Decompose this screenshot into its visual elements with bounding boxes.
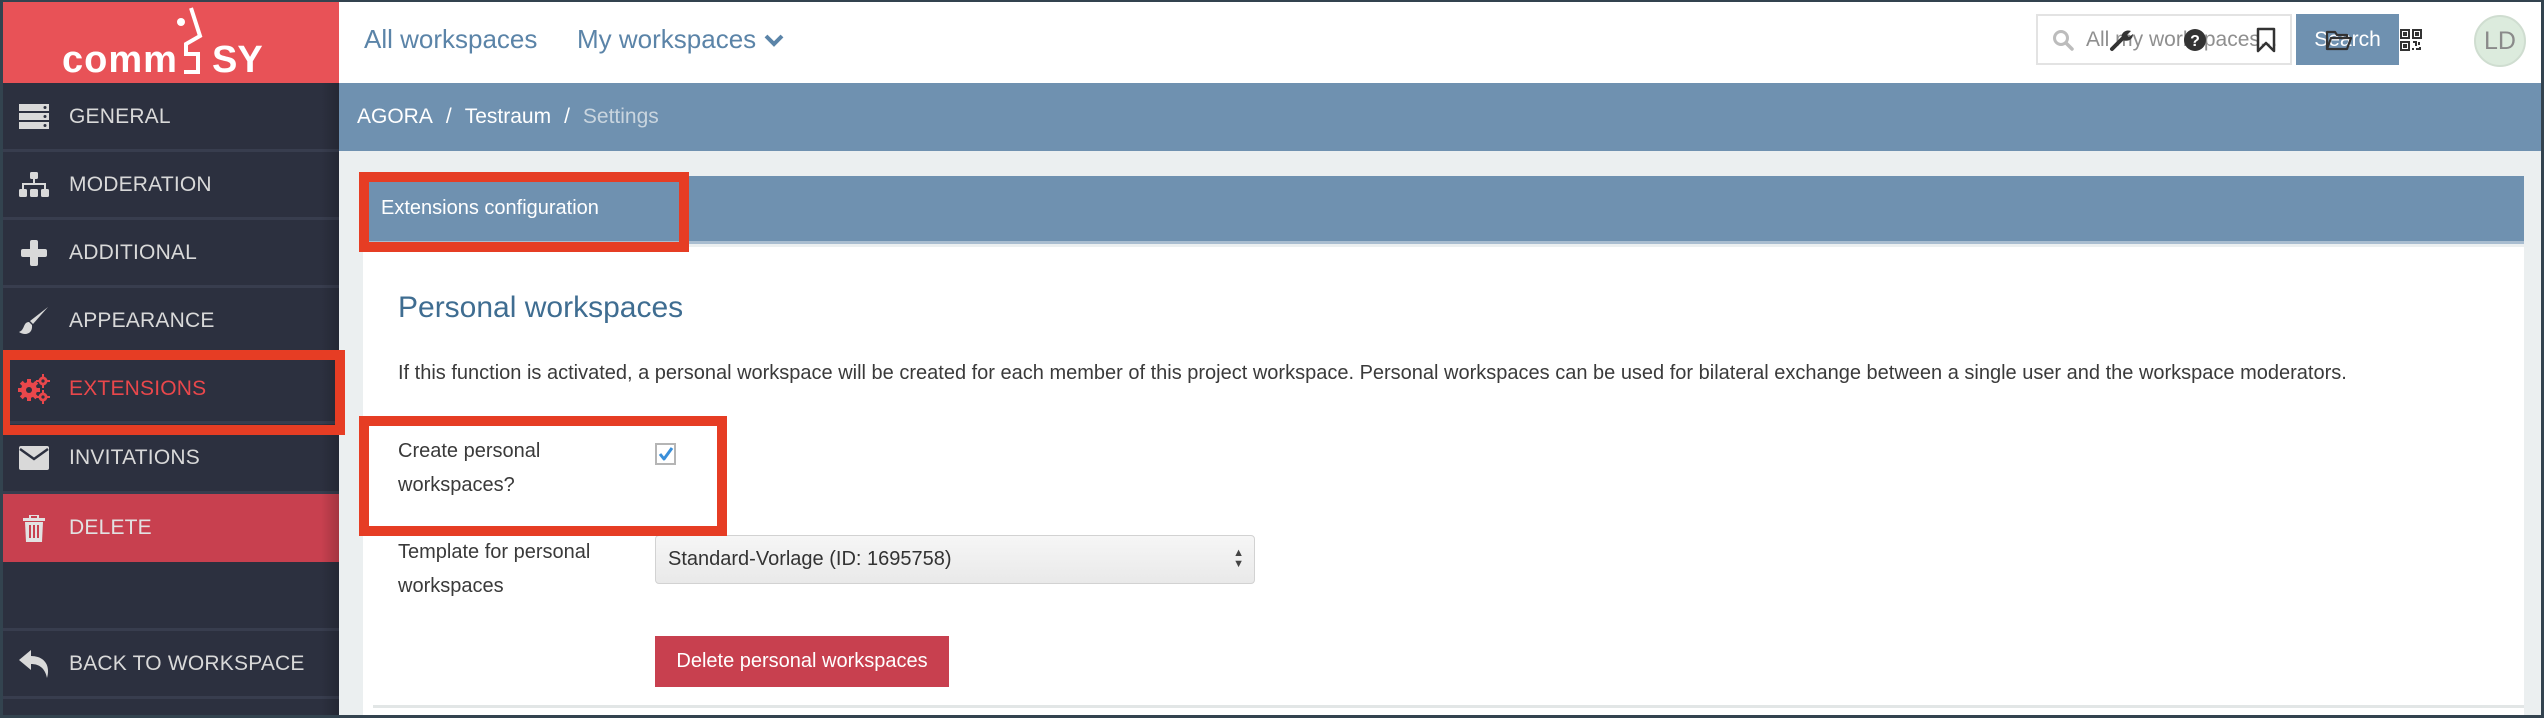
label-line: workspaces?: [398, 474, 515, 496]
template-select[interactable]: Standard-Vorlage (ID: 1695758) ▲ ▼: [655, 535, 1255, 584]
checkmark-icon: [658, 447, 673, 461]
breadcrumb-agora[interactable]: AGORA: [357, 105, 433, 129]
reply-icon: [0, 649, 68, 678]
breadcrumb: AGORA / Testraum / Settings: [339, 83, 2544, 151]
qrcode-icon[interactable]: [2396, 25, 2426, 55]
back-to-workspace-link[interactable]: BACK TO WORKSPACE: [0, 628, 339, 699]
template-label: Template for personal workspaces: [398, 535, 590, 603]
sidebar-item-invitations[interactable]: INVITATIONS: [0, 424, 339, 494]
sitemap-icon: [0, 171, 68, 198]
sidebar: comm SY GENERAL MODERATION ADDITIONAL AP…: [0, 0, 339, 718]
sidebar-item-appearance[interactable]: APPEARANCE: [0, 288, 339, 356]
commsy-logo[interactable]: comm SY: [0, 0, 339, 83]
template-selected-value: Standard-Vorlage (ID: 1695758): [668, 548, 952, 570]
all-workspaces-link[interactable]: All workspaces: [364, 24, 537, 55]
sidebar-item-label: EXTENSIONS: [69, 376, 207, 400]
panel-header: Extensions configuration: [363, 176, 2524, 244]
envelope-icon: [0, 445, 68, 470]
divider: [373, 705, 2524, 708]
sidebar-item-label: DELETE: [69, 516, 152, 539]
breadcrumb-current: Settings: [582, 105, 659, 128]
panel-title: Extensions configuration: [381, 197, 599, 219]
my-workspaces-label: My workspaces: [577, 24, 757, 54]
sidebar-item-label: APPEARANCE: [69, 308, 215, 332]
help-icon[interactable]: ?: [2180, 25, 2210, 55]
breadcrumb-separator: /: [445, 105, 452, 128]
top-bar: All workspaces My workspaces Search ? LD: [339, 0, 2544, 83]
sidebar-item-additional[interactable]: ADDITIONAL: [0, 220, 339, 288]
user-avatar[interactable]: LD: [2474, 15, 2526, 67]
bookmark-icon[interactable]: [2251, 25, 2281, 55]
sidebar-item-general[interactable]: GENERAL: [0, 84, 339, 152]
sidebar-item-label: ADDITIONAL: [69, 240, 198, 264]
chevron-down-icon: [764, 34, 784, 47]
search-icon: [2053, 29, 2074, 51]
back-to-workspace-label: BACK TO WORKSPACE: [69, 651, 305, 675]
label-line: Template for personal: [398, 541, 591, 563]
breadcrumb-testraum[interactable]: Testraum: [465, 105, 551, 129]
my-workspaces-dropdown[interactable]: My workspaces: [577, 24, 784, 55]
sidebar-item-label: GENERAL: [69, 104, 171, 128]
paintbrush-icon: [0, 306, 68, 336]
section-title: Personal workspaces: [398, 291, 684, 324]
sidebar-item-delete[interactable]: DELETE: [0, 494, 339, 562]
trash-icon: [0, 514, 68, 542]
sidebar-item-extensions[interactable]: EXTENSIONS: [0, 356, 339, 424]
extensions-form: Personal workspaces If this function is …: [363, 247, 2524, 718]
svg-text:?: ?: [2190, 33, 2200, 50]
svg-text:SY: SY: [212, 39, 263, 78]
sidebar-item-label: MODERATION: [69, 172, 212, 196]
delete-personal-workspaces-button[interactable]: Delete personal workspaces: [655, 636, 949, 687]
sidebar-item-moderation[interactable]: MODERATION: [0, 152, 339, 220]
svg-text:comm: comm: [62, 39, 178, 78]
section-description: If this function is activated, a persona…: [398, 362, 2347, 384]
server-icon: [0, 103, 68, 130]
folder-open-icon[interactable]: [2324, 25, 2354, 55]
label-line: workspaces: [398, 575, 504, 597]
wrench-icon[interactable]: [2106, 25, 2136, 55]
commsy-logo-icon: comm SY: [62, 7, 263, 78]
create-personal-workspaces-label: Create personal workspaces?: [398, 434, 540, 502]
plus-icon: [0, 239, 68, 266]
breadcrumb-separator: /: [564, 105, 570, 128]
gears-icon: [0, 373, 68, 404]
label-line: Create personal: [398, 440, 541, 462]
select-arrows-icon: ▲ ▼: [1233, 547, 1244, 570]
create-personal-workspaces-checkbox[interactable]: [655, 443, 676, 465]
sidebar-item-label: INVITATIONS: [69, 445, 200, 469]
